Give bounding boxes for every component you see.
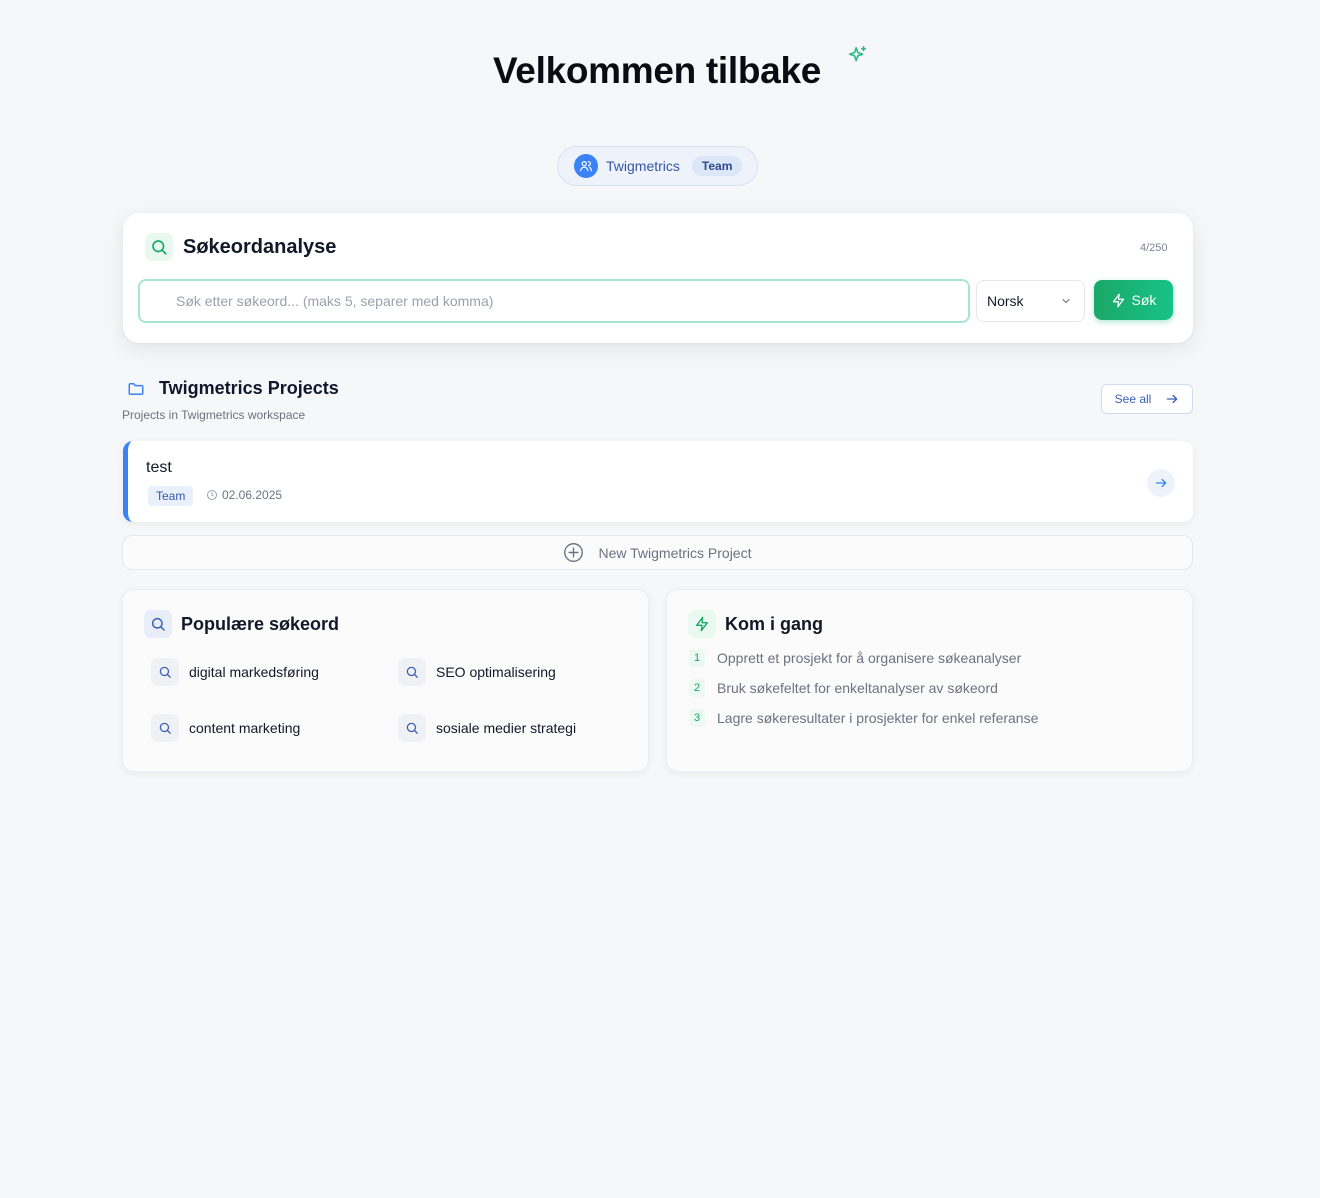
search-card-title: Søkeordanalyse <box>183 235 337 258</box>
getting-started-title: Kom i gang <box>725 613 823 634</box>
popular-keyword-item[interactable]: sosiale medier strategi <box>398 714 576 742</box>
search-button-label: Søk <box>1131 292 1157 308</box>
project-badge: Team <box>148 486 194 506</box>
search-card-header: Søkeordanalyse <box>145 233 336 261</box>
new-project-button[interactable]: New Twigmetrics Project <box>122 535 1193 570</box>
clock-icon <box>207 490 217 500</box>
popular-keyword-label: sosiale medier strategi <box>436 720 577 736</box>
workspace-name: Twigmetrics <box>606 158 680 174</box>
step-number: 2 <box>689 679 705 697</box>
search-icon <box>398 658 426 686</box>
new-project-label: New Twigmetrics Project <box>598 544 752 561</box>
see-all-label: See all <box>1114 392 1152 406</box>
projects-title: Twigmetrics Projects <box>159 378 339 398</box>
popular-keyword-item[interactable]: digital markedsføring <box>151 658 319 686</box>
workspace-badge: Team <box>691 156 743 176</box>
popular-keywords-title: Populære søkeord <box>181 613 340 634</box>
sparkles-icon <box>848 46 867 62</box>
search-card: Søkeordanalyse <box>123 213 1193 343</box>
step-text: Bruk søkefeltet for enkeltanalyser av sø… <box>717 680 998 696</box>
popular-keyword-label: digital markedsføring <box>189 664 319 680</box>
popular-keyword-label: content marketing <box>189 720 301 736</box>
project-date-text: 02.06.2025 <box>222 488 283 502</box>
popular-keyword-item[interactable]: SEO optimalisering <box>398 658 556 686</box>
query-counter: 4/250 <box>1140 242 1168 254</box>
arrow-right-icon <box>1155 478 1167 488</box>
getting-started-header: Kom i gang <box>688 610 823 638</box>
projects-subtitle: Projects in Twigmetrics workspace <box>122 408 306 422</box>
search-icon <box>151 658 179 686</box>
getting-started-step: 2 Bruk søkefeltet for enkeltanalyser av … <box>689 679 998 697</box>
project-date: 02.06.2025 <box>206 488 282 502</box>
open-project-button[interactable] <box>1147 469 1175 497</box>
arrow-right-icon <box>1167 394 1178 404</box>
keyword-search-input[interactable] <box>138 279 970 323</box>
page-title: Velkommen tilbake <box>492 50 822 91</box>
popular-keywords-header: Populære søkeord <box>144 610 339 638</box>
chevron-down-icon <box>1062 298 1070 304</box>
search-icon <box>151 714 179 742</box>
workspace-switcher[interactable]: Twigmetrics Team <box>557 146 758 186</box>
search-icon <box>398 714 426 742</box>
search-button[interactable]: Søk <box>1094 280 1173 320</box>
getting-started-step: 1 Opprett et prosjekt for å organisere s… <box>689 649 1021 667</box>
step-text: Opprett et prosjekt for å organisere søk… <box>717 650 1022 666</box>
search-icon <box>144 610 172 638</box>
project-name: test <box>146 459 172 476</box>
language-select[interactable]: Norsk <box>976 280 1085 322</box>
plus-circle-icon <box>564 543 584 562</box>
lightning-icon <box>688 610 716 638</box>
step-number: 3 <box>689 709 705 727</box>
popular-keyword-label: SEO optimalisering <box>436 664 556 680</box>
getting-started-card: Kom i gang 1 Opprett et prosjekt for å o… <box>666 589 1193 772</box>
see-all-button[interactable]: See all <box>1101 384 1193 414</box>
getting-started-step: 3 Lagre søkeresultater i prosjekter for … <box>689 709 1038 727</box>
projects-header: Twigmetrics Projects <box>127 378 339 399</box>
page: Velkommen tilbake Twigmetrics Team Søkeo… <box>0 0 1320 1198</box>
folder-icon <box>128 382 144 395</box>
step-text: Lagre søkeresultater i prosjekter for en… <box>717 710 1039 726</box>
language-value: Norsk <box>987 293 1024 309</box>
project-card[interactable]: test Team 02.06.2025 <box>123 441 1193 522</box>
users-icon <box>574 154 598 178</box>
popular-keyword-item[interactable]: content marketing <box>151 714 300 742</box>
search-icon <box>145 233 173 261</box>
step-number: 1 <box>689 649 705 667</box>
popular-keywords-card: Populære søkeord digital markedsføring S… <box>122 589 649 772</box>
lightning-icon <box>1112 293 1124 307</box>
